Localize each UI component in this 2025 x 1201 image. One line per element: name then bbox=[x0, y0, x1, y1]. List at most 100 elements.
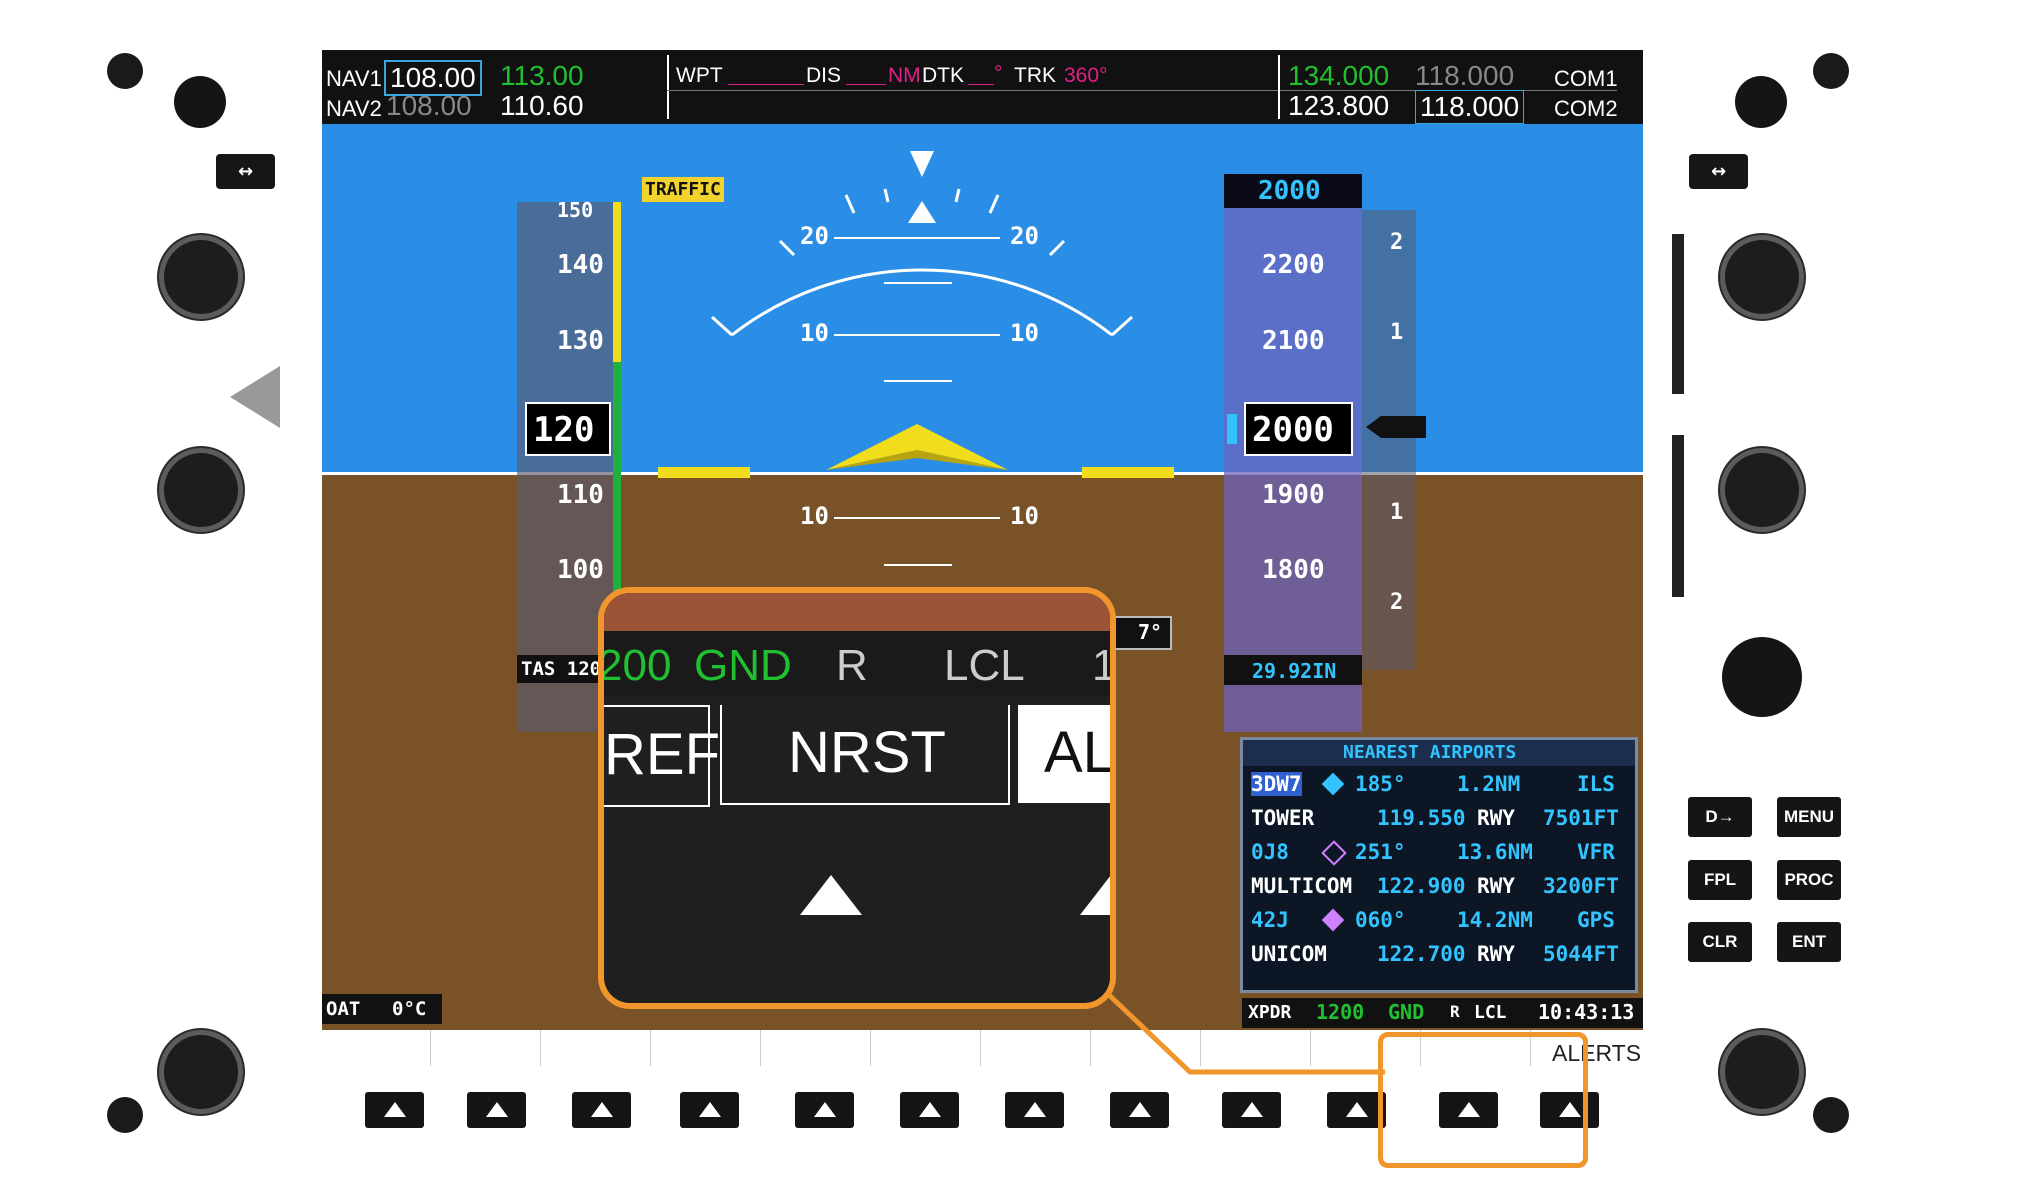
altitude-tick: 1800 bbox=[1262, 555, 1325, 585]
airspeed-tick: 140 bbox=[557, 250, 604, 280]
nav2-label: NAV2 bbox=[326, 96, 382, 121]
airport-approach: VFR bbox=[1577, 840, 1615, 864]
zoom-softkey-ref[interactable]: REF bbox=[604, 705, 720, 807]
softkey-1[interactable] bbox=[365, 1092, 424, 1128]
zoom-softkey-nrst[interactable]: NRST bbox=[720, 705, 1010, 805]
zoom-callout: 200 GND R LCL 1 REF NRST AL bbox=[598, 587, 1116, 1009]
pitch-label: 10 bbox=[800, 319, 829, 347]
airport-private-icon bbox=[1321, 908, 1345, 932]
airport-ident: 3DW7 bbox=[1251, 772, 1302, 796]
airport-nontowered-icon bbox=[1321, 840, 1347, 866]
zoom-xpdr-mode: GND bbox=[694, 641, 792, 690]
softkey-3[interactable] bbox=[572, 1092, 631, 1128]
selected-altitude-box[interactable]: 2000 bbox=[1224, 174, 1362, 208]
divider bbox=[760, 1030, 761, 1066]
com1-label: COM1 bbox=[1554, 66, 1618, 91]
zoom-xpdr-reply: R bbox=[836, 641, 868, 690]
nearest-airport-row[interactable]: 3DW7 185° 1.2NM ILS TOWER 119.550 RWY 75… bbox=[1247, 770, 1631, 840]
com1-standby-freq[interactable]: 118.000 bbox=[1415, 60, 1514, 92]
pitch-line-20 bbox=[834, 237, 1000, 239]
zoom-time-mode: LCL bbox=[944, 641, 1025, 690]
airport-approach: ILS bbox=[1577, 772, 1615, 796]
altitude-tick: 1900 bbox=[1262, 480, 1325, 510]
baro-value: 29.92IN bbox=[1252, 659, 1337, 683]
nav2-standby-freq[interactable]: 108.00 bbox=[386, 90, 472, 122]
zoom-alerts-label: AL bbox=[1044, 720, 1115, 785]
trk-label: TRK bbox=[1014, 64, 1056, 87]
joystick-knob[interactable] bbox=[1722, 637, 1802, 717]
pitch-label: 10 bbox=[1010, 319, 1039, 347]
divider bbox=[1278, 55, 1280, 119]
altitude-knob[interactable] bbox=[159, 1030, 243, 1114]
nav-tuning-knob[interactable] bbox=[159, 235, 243, 319]
nearest-airport-row[interactable]: 0J8 251° 13.6NM VFR MULTICOM 122.900 RWY… bbox=[1247, 838, 1631, 908]
trk-value: 360° bbox=[1064, 64, 1108, 87]
xpdr-reply: R bbox=[1450, 1002, 1460, 1021]
volume-knob-nav[interactable] bbox=[174, 76, 226, 128]
bezel-screw bbox=[1813, 53, 1849, 89]
com2-active-freq: 123.800 bbox=[1288, 90, 1390, 121]
aircraft-wing-right bbox=[1082, 467, 1174, 478]
com2-standby-freq[interactable]: 118.000 bbox=[1415, 90, 1525, 124]
pitch-line-10 bbox=[834, 334, 1000, 336]
clr-label: CLR bbox=[1702, 932, 1738, 951]
altitude-bug bbox=[1227, 414, 1237, 444]
nearest-airports-window: NEAREST AIRPORTS 3DW7 185° 1.2NM ILS TOW… bbox=[1240, 737, 1638, 993]
oat-label: OAT bbox=[326, 998, 361, 1020]
airport-rwy-label: RWY bbox=[1477, 806, 1515, 830]
softkey-2[interactable] bbox=[467, 1092, 526, 1128]
com-swap-button[interactable]: ↔ bbox=[1689, 154, 1748, 189]
clr-button[interactable]: CLR bbox=[1688, 922, 1752, 962]
ent-button[interactable]: ENT bbox=[1777, 922, 1841, 962]
proc-button[interactable]: PROC bbox=[1777, 860, 1841, 900]
com-tuning-knob[interactable] bbox=[1720, 235, 1804, 319]
airspeed-tick: 110 bbox=[557, 480, 604, 510]
callout-highlight-box bbox=[1378, 1032, 1588, 1168]
airspeed-value: 120 bbox=[533, 410, 595, 450]
direct-to-icon: D→ bbox=[1705, 807, 1735, 826]
bezel-screw bbox=[1813, 1097, 1849, 1133]
airport-distance: 1.2NM bbox=[1457, 772, 1521, 796]
nav1-active-freq: 113.00 bbox=[500, 60, 584, 91]
zoom-softkey-alerts[interactable]: AL bbox=[1018, 705, 1115, 803]
dtk-label: DTK bbox=[922, 64, 964, 87]
pitch-line-5 bbox=[884, 380, 952, 382]
range-knob[interactable] bbox=[1720, 448, 1804, 532]
direct-to-button[interactable]: D→ bbox=[1688, 797, 1752, 837]
dis-unit: NM bbox=[888, 64, 921, 87]
altitude-tick: 2100 bbox=[1262, 326, 1325, 356]
selected-altitude-value: 2000 bbox=[1258, 176, 1321, 206]
heading-knob[interactable] bbox=[159, 448, 243, 532]
pitch-label: 20 bbox=[1010, 222, 1039, 250]
softkey-6[interactable] bbox=[900, 1092, 959, 1128]
clock-time: 10:43:13 bbox=[1538, 1000, 1635, 1024]
airspeed-tick: 130 bbox=[557, 326, 604, 356]
wpt-label: WPT bbox=[676, 64, 723, 87]
roll-scale bbox=[710, 151, 1134, 337]
zoom-ground-strip bbox=[604, 593, 1110, 631]
volume-knob-com[interactable] bbox=[1735, 76, 1787, 128]
fms-knob[interactable] bbox=[1720, 1030, 1804, 1114]
fpl-button[interactable]: FPL bbox=[1688, 860, 1752, 900]
divider bbox=[540, 1030, 541, 1066]
com1-active-freq: 134.000 bbox=[1288, 60, 1390, 91]
softkey-7[interactable] bbox=[1005, 1092, 1064, 1128]
nav-swap-button[interactable]: ↔ bbox=[216, 154, 275, 189]
menu-button[interactable]: MENU bbox=[1777, 797, 1841, 837]
airport-ident: 42J bbox=[1251, 908, 1289, 932]
swap-arrow-icon: ↔ bbox=[237, 161, 254, 182]
swap-arrow-icon: ↔ bbox=[1710, 161, 1727, 182]
softkey-4[interactable] bbox=[680, 1092, 739, 1128]
pitch-label: 20 bbox=[800, 222, 829, 250]
nearest-airport-row[interactable]: 42J 060° 14.2NM GPS UNICOM 122.700 RWY 5… bbox=[1247, 906, 1631, 976]
softkey-9[interactable] bbox=[1222, 1092, 1281, 1128]
baro-box[interactable]: 29.92IN bbox=[1224, 655, 1362, 685]
tas-value: TAS 120 bbox=[521, 658, 602, 680]
softkey-8[interactable] bbox=[1110, 1092, 1169, 1128]
bezel-screw bbox=[107, 1097, 143, 1133]
airport-ident: 0J8 bbox=[1251, 840, 1289, 864]
airport-rwy-length: 3200FT bbox=[1543, 874, 1619, 898]
top-status-bar: NAV1 108.00 113.00 NAV2 108.00 110.60 WP… bbox=[322, 50, 1643, 124]
softkey-5[interactable] bbox=[795, 1092, 854, 1128]
dis-label: DIS bbox=[806, 64, 842, 87]
